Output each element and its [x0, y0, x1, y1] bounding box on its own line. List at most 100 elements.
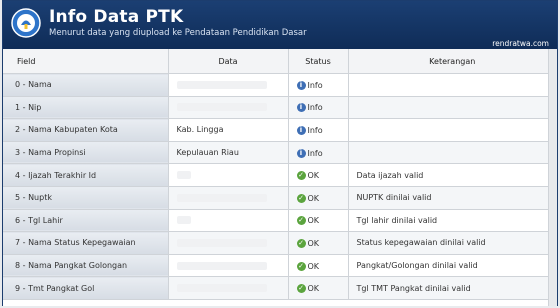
table-row: 4 - Ijazah Terakhir Id ✓ OK Data ijazah val… [3, 163, 557, 187]
table-row: 2 - Nama Kabupaten Kota Kab. Lingga i Info [3, 118, 557, 142]
status-cell: i Info [288, 96, 349, 120]
check-icon: ✓ [296, 238, 306, 248]
keterangan-cell: Data ijazah valid [348, 163, 557, 187]
info-panel: Info Data PTK Menurut data yang diupload… [2, 0, 558, 306]
field-cell: 6 - Tgl Lahir [3, 209, 169, 233]
status-label: OK [307, 261, 320, 271]
status-badge: ✓ OK [296, 261, 320, 271]
column-header-field: Field [3, 49, 169, 74]
status-cell: ✓ OK [288, 231, 349, 255]
data-cell [168, 254, 289, 278]
keterangan-cell: Status kepegawaian dinilai valid [348, 231, 557, 255]
status-cell: ✓ OK [288, 254, 349, 278]
keterangan-cell: NUPTK dinilai valid [348, 186, 557, 210]
field-cell: 1 - Nip [3, 96, 169, 120]
status-badge: i Info [296, 148, 323, 158]
status-cell: i Info [288, 73, 349, 97]
table-row: 9 - Tmt Pangkat Gol ✓ OK Tgl TMT Pangkat di… [3, 276, 557, 300]
status-cell: ✓ OK [288, 276, 349, 300]
status-badge: i Info [296, 125, 323, 135]
info-icon: i [296, 80, 306, 90]
panel-header: Info Data PTK Menurut data yang diupload… [3, 1, 557, 49]
column-header-status: Status [288, 49, 349, 74]
status-label: Info [307, 103, 323, 113]
status-label: OK [307, 284, 320, 294]
status-badge: ✓ OK [296, 216, 320, 226]
field-cell: 7 - Nama Status Kepegawaian [3, 231, 169, 255]
field-cell: 3 - Nama Propinsi [3, 141, 169, 165]
status-label: OK [307, 171, 320, 181]
table-body: 0 - Nama i Info 1 - Nip i Info 2 - Nama Kabupa… [3, 73, 557, 300]
status-label: OK [307, 193, 320, 203]
status-cell: i Info [288, 118, 349, 142]
status-badge: ✓ OK [296, 171, 320, 181]
ptk-table: Field Data Status Keterangan 0 - Nama i In… [3, 49, 557, 300]
table-row: 7 - Nama Status Kepegawaian ✓ OK Status kep… [3, 231, 557, 255]
check-icon: ✓ [296, 284, 306, 294]
status-badge: ✓ OK [296, 193, 320, 203]
redacted-value [176, 261, 267, 270]
keterangan-cell [348, 96, 557, 120]
keterangan-cell: Pangkat/Golongan dinilai valid [348, 254, 557, 278]
status-badge: i Info [296, 80, 323, 90]
keterangan-cell [348, 118, 557, 142]
status-cell: ✓ OK [288, 186, 349, 210]
tut-wuri-logo-icon [11, 8, 41, 38]
page-subtitle: Menurut data yang diupload ke Pendataan … [49, 28, 307, 38]
scrollbar[interactable] [548, 49, 557, 306]
status-badge: ✓ OK [296, 284, 320, 294]
redacted-value [176, 103, 267, 112]
data-cell [168, 163, 289, 187]
field-cell: 2 - Nama Kabupaten Kota [3, 118, 169, 142]
status-cell: ✓ OK [288, 209, 349, 233]
page-title: Info Data PTK [49, 7, 184, 27]
field-cell: 8 - Nama Pangkat Golongan [3, 254, 169, 278]
status-cell: i Info [288, 141, 349, 165]
redacted-value [176, 238, 267, 247]
keterangan-cell: Tgl lahir dinilai valid [348, 209, 557, 233]
data-cell [168, 276, 289, 300]
data-cell [168, 186, 289, 210]
redacted-value [176, 284, 267, 293]
status-badge: ✓ OK [296, 238, 320, 248]
table-row: 6 - Tgl Lahir ✓ OK Tgl lahir dinilai valid [3, 209, 557, 233]
data-cell: Kab. Lingga [168, 118, 289, 142]
status-cell: ✓ OK [288, 163, 349, 187]
info-icon: i [296, 148, 306, 158]
table-row: 0 - Nama i Info [3, 73, 557, 97]
table-row: 5 - Nuptk ✓ OK NUPTK dinilai valid [3, 186, 557, 210]
status-label: Info [307, 125, 323, 135]
data-cell [168, 73, 289, 97]
redacted-value [176, 80, 267, 89]
data-cell [168, 209, 289, 233]
info-icon: i [296, 125, 306, 135]
site-label: rendratwa.com [492, 39, 549, 48]
data-cell: Kepulauan Riau [168, 141, 289, 165]
check-icon: ✓ [296, 171, 306, 181]
keterangan-cell: Tgl TMT Pangkat dinilai valid [348, 276, 557, 300]
field-cell: 0 - Nama [3, 73, 169, 97]
table-row: 3 - Nama Propinsi Kepulauan Riau i Info [3, 141, 557, 165]
status-label: OK [307, 216, 320, 226]
keterangan-cell [348, 73, 557, 97]
keterangan-cell [348, 141, 557, 165]
column-header-data: Data [168, 49, 289, 74]
field-cell: 9 - Tmt Pangkat Gol [3, 276, 169, 300]
field-cell: 5 - Nuptk [3, 186, 169, 210]
check-icon: ✓ [296, 261, 306, 271]
info-icon: i [296, 103, 306, 113]
field-cell: 4 - Ijazah Terakhir Id [3, 163, 169, 187]
check-icon: ✓ [296, 216, 306, 226]
column-header-keterangan: Keterangan [348, 49, 557, 74]
data-cell [168, 96, 289, 120]
status-label: Info [307, 148, 323, 158]
table-row: 8 - Nama Pangkat Golongan ✓ OK Pangkat/Golo… [3, 254, 557, 278]
redacted-value [176, 216, 191, 225]
check-icon: ✓ [296, 193, 306, 203]
status-label: OK [307, 238, 320, 248]
status-label: Info [307, 80, 323, 90]
status-badge: i Info [296, 103, 323, 113]
redacted-value [176, 171, 191, 180]
redacted-value [176, 193, 267, 202]
table-row: 1 - Nip i Info [3, 96, 557, 120]
